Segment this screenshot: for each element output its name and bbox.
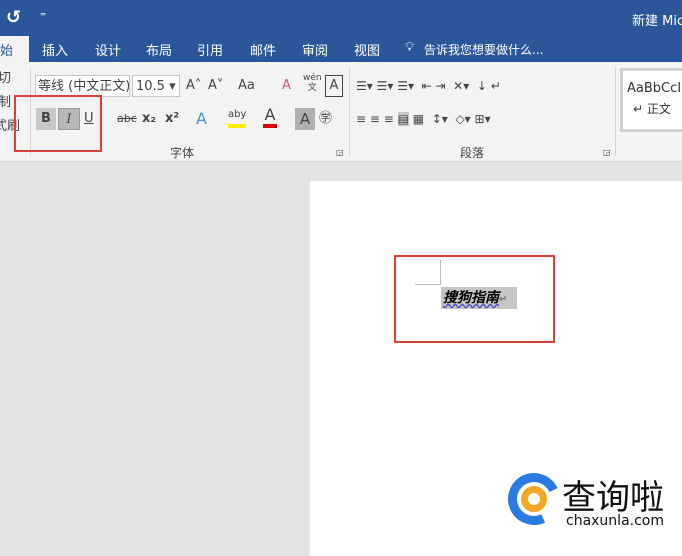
copy-button[interactable]: 制 (0, 92, 11, 114)
character-border-button[interactable]: A (325, 75, 343, 97)
font-dialog-launcher[interactable]: ◲ (336, 148, 344, 157)
tab-home[interactable]: 开始 (0, 36, 29, 63)
font-color-button[interactable]: A (263, 106, 277, 128)
undo-icon[interactable]: ↺ (6, 7, 21, 28)
font-size-dropdown[interactable]: 10.5 ▾ (132, 75, 180, 97)
paragraph-group-label: 段落 (460, 146, 485, 160)
style-normal[interactable]: AaBbCcI ↵ 正文 (620, 68, 682, 132)
font-group-label: 字体 (170, 146, 195, 160)
tab-mailings[interactable]: 邮件 (250, 40, 276, 59)
ribbon-tabs: 开始 插入 设计 布局 引用 邮件 审阅 视图 💡︎ 告诉我您想要做什么... (0, 36, 682, 63)
title-bar: ↺ ⁼ 新建 Mic (0, 0, 682, 36)
change-case-button[interactable]: Aa (238, 75, 255, 97)
cut-button[interactable]: 切 (0, 68, 11, 90)
tab-design[interactable]: 设计 (95, 40, 121, 59)
chaxunla-logo-search (521, 486, 547, 512)
tab-insert[interactable]: 插入 (42, 40, 68, 59)
text-effects-button[interactable]: A (196, 108, 207, 130)
highlight-box-text (394, 255, 555, 343)
enclose-characters-button[interactable]: ㊫ (319, 108, 332, 130)
tab-references[interactable]: 引用 (197, 40, 223, 59)
customize-qat-button[interactable]: ⁼ (40, 9, 46, 23)
align-icons[interactable]: ≡ ≡ ≡ ▤ ▦ ↕▾ ◇▾ ⊞▾ (356, 108, 491, 130)
lightbulb-icon: 💡︎ (405, 40, 415, 55)
ribbon: 切 制 式刷 等线 (中文正文) 10.5 ▾ A˄ A˅ Aa A wén 文… (0, 62, 682, 162)
paragraph-dialog-launcher[interactable]: ◲ (603, 148, 611, 157)
highlight-box-bold-italic (14, 95, 102, 152)
tell-me-search[interactable]: 告诉我您想要做什么... (424, 41, 543, 58)
watermark-brand: 查询啦 (562, 478, 664, 518)
tab-view[interactable]: 视图 (354, 40, 380, 59)
tab-review[interactable]: 审阅 (302, 40, 328, 59)
superscript-button[interactable]: x² (165, 108, 179, 130)
bullets-icon[interactable]: ☰▾ ☰▾ ☰▾ ⇤ ⇥ ✕▾ ↓ ↵ (356, 75, 501, 97)
clear-formatting-icon[interactable]: A (282, 75, 291, 97)
grow-font-button[interactable]: A˄ (186, 75, 201, 97)
tab-layout[interactable]: 布局 (146, 40, 172, 59)
strikethrough-button[interactable]: abc (117, 108, 137, 130)
watermark-url: chaxunla.com (566, 513, 664, 529)
character-shading-button[interactable]: A (295, 108, 315, 130)
font-name-dropdown[interactable]: 等线 (中文正文) (35, 75, 130, 97)
highlight-button[interactable]: aby (228, 106, 247, 128)
window-title: 新建 Mic (632, 14, 682, 29)
subscript-button[interactable]: x₂ (142, 108, 156, 130)
shrink-font-button[interactable]: A˅ (208, 75, 223, 97)
phonetic-guide-button[interactable]: wén 文 (303, 73, 322, 95)
